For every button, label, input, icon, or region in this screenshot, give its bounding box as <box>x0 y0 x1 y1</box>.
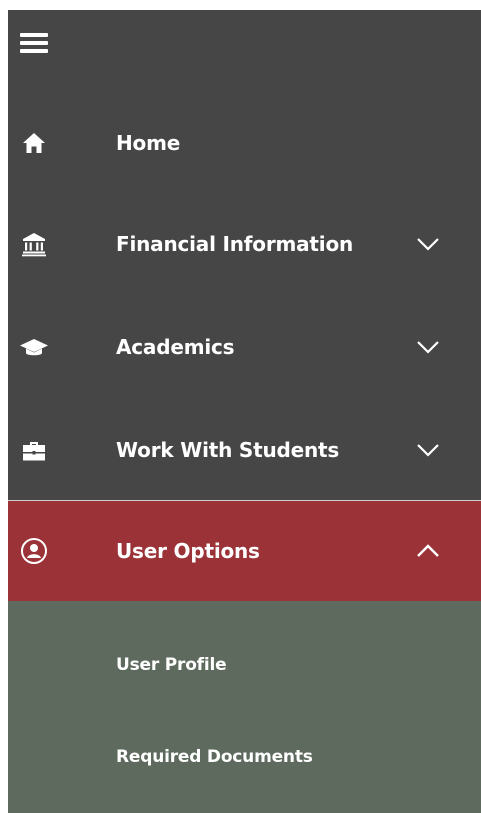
nav-item-label: Home <box>116 131 181 155</box>
chevron-up-icon[interactable] <box>416 539 440 563</box>
nav-item-label: User Options <box>116 539 260 563</box>
bank-icon <box>20 230 48 258</box>
nav-item-label: Financial Information <box>116 232 354 256</box>
nav-item-home[interactable]: Home <box>8 99 481 187</box>
chevron-down-icon[interactable] <box>416 232 440 256</box>
chevron-down-icon[interactable] <box>416 335 440 359</box>
home-icon <box>20 129 48 157</box>
nav-item-label: Academics <box>116 335 235 359</box>
briefcase-icon <box>20 436 48 464</box>
chevron-down-icon[interactable] <box>416 438 440 462</box>
nav-item-label: Work With Students <box>116 438 340 462</box>
nav-item-financial-information[interactable]: Financial Information <box>8 200 481 288</box>
user-options-submenu: User Profile Required Documents <box>8 601 481 813</box>
graduation-cap-icon <box>20 333 48 361</box>
submenu-item-required-documents[interactable]: Required Documents <box>116 747 313 767</box>
hamburger-icon[interactable] <box>20 30 48 56</box>
nav-item-academics[interactable]: Academics <box>8 303 481 391</box>
nav-item-work-with-students[interactable]: Work With Students <box>8 406 481 494</box>
user-circle-icon <box>20 537 48 565</box>
nav-item-user-options[interactable]: User Options <box>8 501 481 601</box>
side-navigation: Home Financial Information Academics Wor… <box>8 10 481 813</box>
submenu-item-user-profile[interactable]: User Profile <box>116 655 227 675</box>
